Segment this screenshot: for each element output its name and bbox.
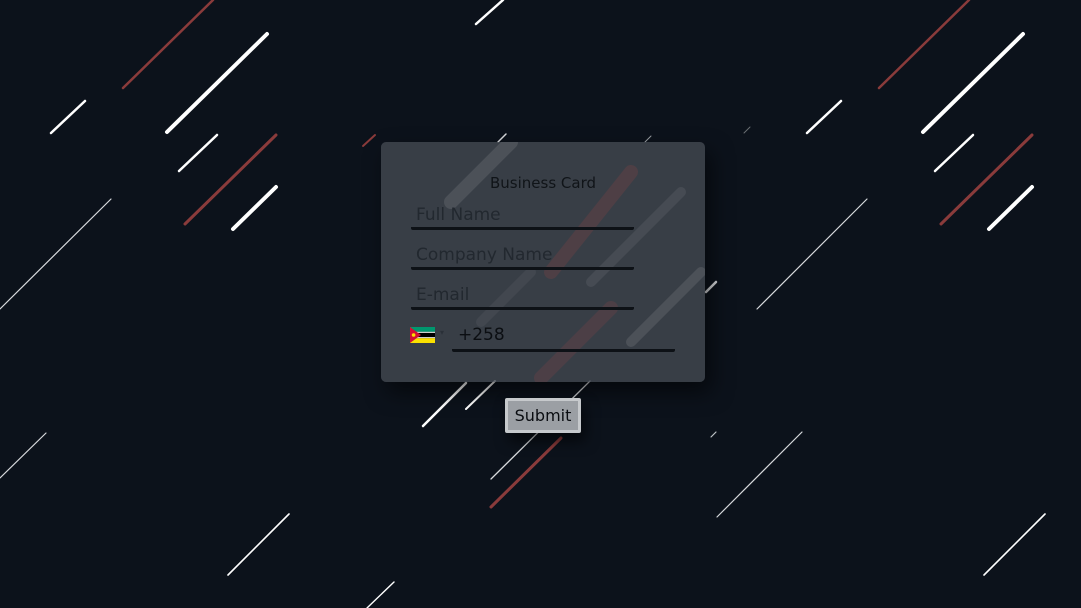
background-line [933,133,975,173]
caret-down-icon[interactable]: ▾ [440,328,444,337]
background-line [177,133,219,173]
background-line [489,436,563,509]
background-line [716,431,803,518]
background-line [987,185,1034,231]
submit-button[interactable]: Submit [505,398,581,433]
background-line [474,0,505,26]
background-line [165,32,269,134]
background-line [421,381,468,428]
background-line [497,133,507,143]
page-stage: Business Card ▾ Submit [0,0,1081,608]
background-line [710,431,717,438]
full-name-input[interactable] [411,202,634,230]
background-line [983,513,1046,576]
mozambique-flag-icon[interactable] [410,327,435,343]
background-line [939,133,1034,226]
background-line [921,32,1025,134]
company-name-input[interactable] [411,242,634,270]
background-line [121,0,215,90]
background-line [366,581,395,608]
background-line [0,432,47,479]
background-line [756,198,868,310]
business-card-form: Business Card ▾ [381,142,705,382]
background-line [362,134,376,147]
background-line [877,0,971,90]
background-line [465,380,496,410]
background-line [231,185,278,231]
background-line [0,198,112,310]
background-line [227,513,290,576]
background-line [743,126,751,134]
card-title: Business Card [489,174,596,192]
phone-input[interactable] [452,321,675,352]
background-line [805,99,843,135]
background-line [49,99,87,135]
email-input[interactable] [411,282,634,310]
background-line [183,133,278,226]
background-line [704,280,718,294]
